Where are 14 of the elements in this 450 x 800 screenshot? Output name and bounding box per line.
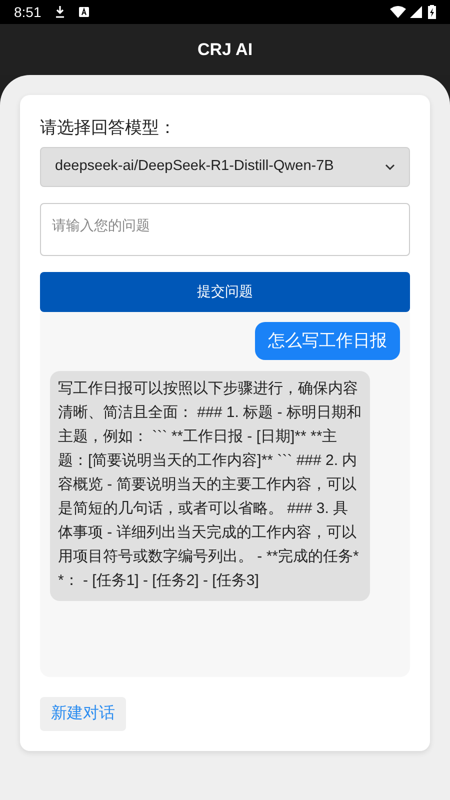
wifi-icon [390,6,406,18]
chevron-down-icon [385,164,395,170]
download-icon [55,6,66,18]
question-field[interactable]: 请输入您的问题 [40,202,410,256]
battery-icon [428,5,436,19]
user-message: 怎么写工作日报 [255,322,400,360]
model-label: 请选择回答模型： [40,117,177,139]
assistant-message: 写工作日报可以按照以下步骤进行，确保内容清晰、简洁且全面： ### 1. 标题 - 标明日期和主题，例如： ``` **工作日报 - [日期]** **主题：[简要说明当天的工作内容]** ``` ### 2. 内容概览 - 简要说明当天的主要工作内容，可以是简短的几句话，或者可以省略。 ### 3. 具体事项 - 详细列出当天完成的工作内容，可以用项目符号或数字编号列出。 - **完成的任务**： - [任务1] - [任务2] - [任务3] [50,370,370,600]
signal-icon [410,6,422,18]
keyboard-icon [79,7,90,17]
status-time: 8:51 [14,2,42,22]
app-title: CRJ AI [197,38,253,61]
model-select[interactable]: deepseek-ai/DeepSeek-R1-Distill-Qwen-7B [40,146,410,186]
submit-button[interactable]: 提交问题 [40,272,410,312]
